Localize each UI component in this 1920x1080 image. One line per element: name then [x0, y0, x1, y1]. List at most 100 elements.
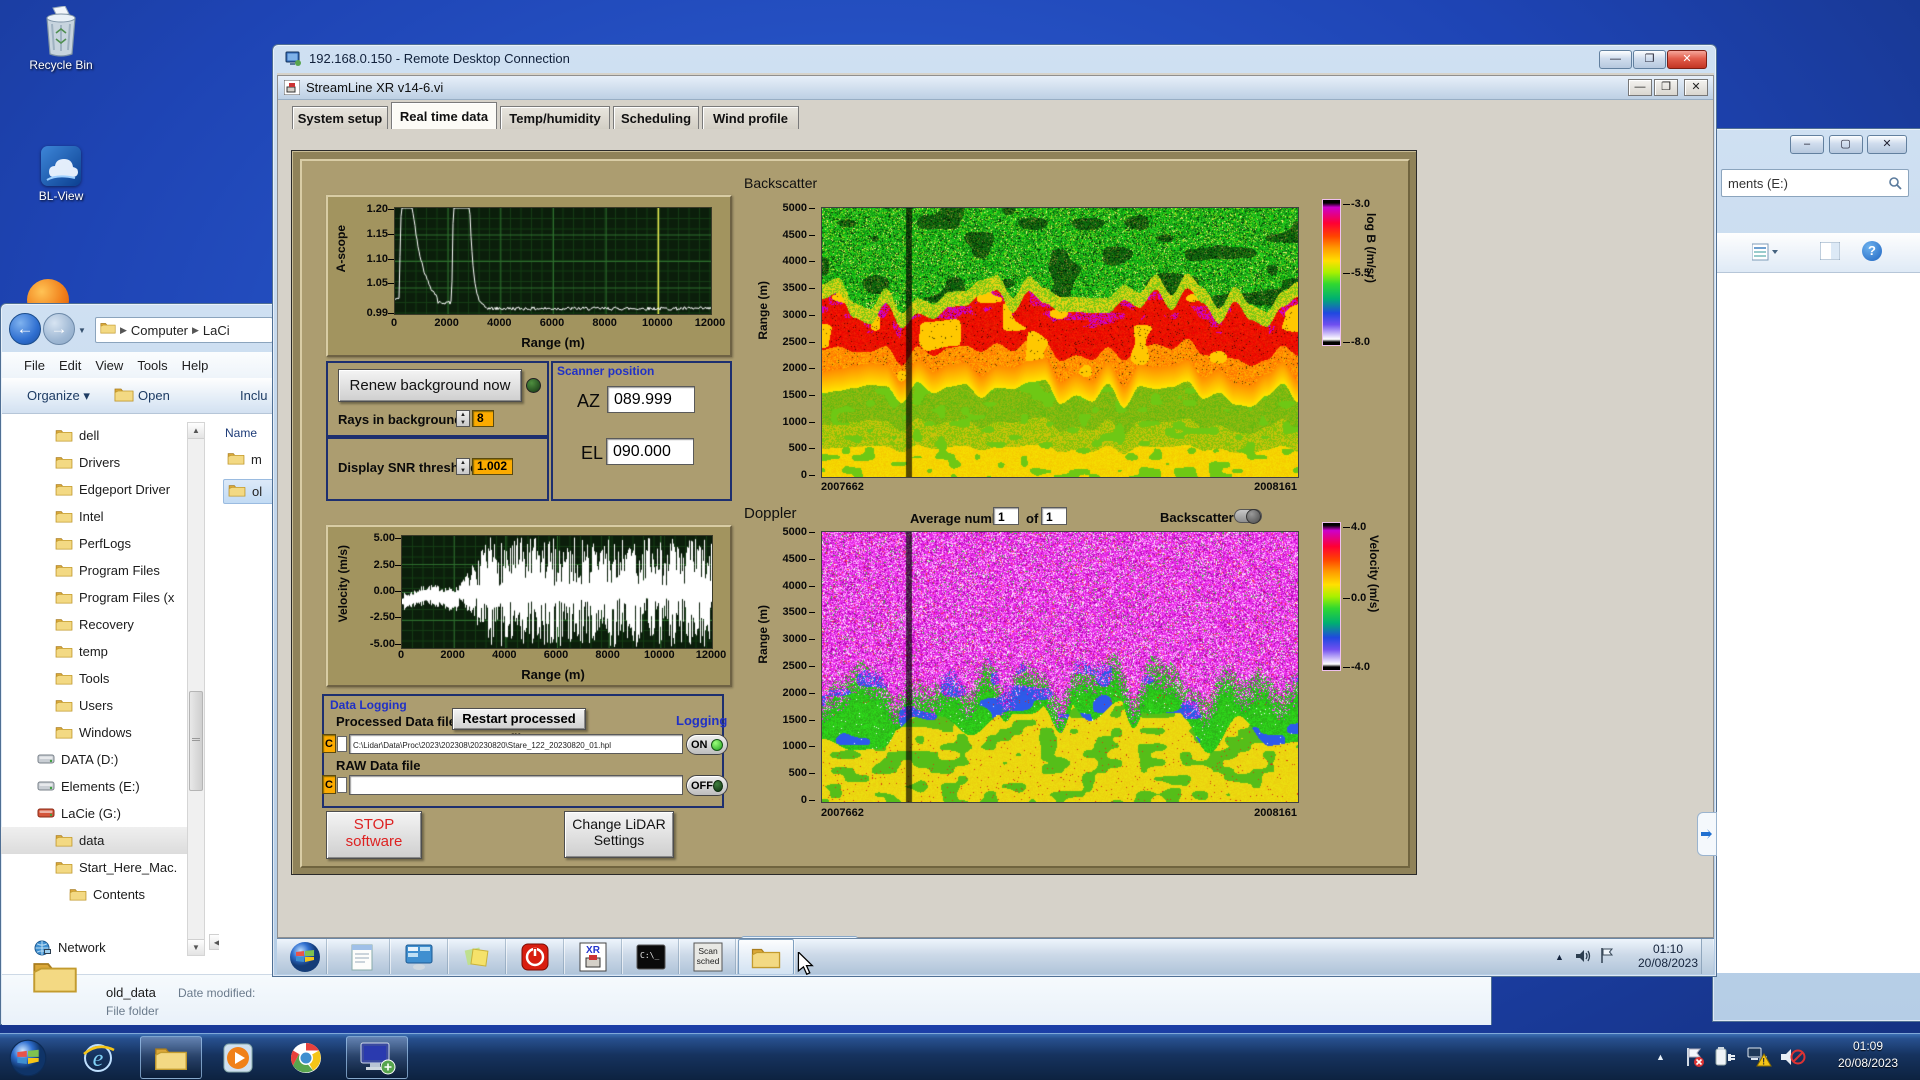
rays-spinner[interactable]: ▲ ▼	[456, 410, 470, 427]
tree-scrollbar[interactable]: ▲ ▼	[187, 422, 205, 956]
taskbar-internet-explorer[interactable]: e	[72, 1036, 124, 1079]
remote-taskbar-labview-xr[interactable]: XR	[565, 939, 622, 974]
include-button[interactable]: Inclu	[240, 388, 267, 403]
tree-item-edgeport-driver[interactable]: Edgeport Driver	[1, 476, 205, 503]
tree-item-users[interactable]: Users	[1, 692, 205, 719]
close-button[interactable]: ✕	[1867, 135, 1907, 154]
backscatter-toggle[interactable]	[1234, 509, 1262, 524]
rdp-maximize-button[interactable]: ❐	[1633, 50, 1666, 69]
action-center-flag-icon[interactable]	[1599, 947, 1616, 969]
organize-button[interactable]: Organize ▾	[27, 388, 90, 404]
desktop-icon-bl-view[interactable]: BL-View	[26, 146, 96, 203]
tree-item-tools[interactable]: Tools	[1, 665, 205, 692]
tree-item-data[interactable]: data	[1, 827, 205, 854]
tab-wind-profile[interactable]: Wind profile	[702, 106, 799, 129]
tab-scheduling[interactable]: Scheduling	[613, 106, 699, 129]
tree-item-program-files[interactable]: Program Files	[1, 557, 205, 584]
tree-item-program-files-x[interactable]: Program Files (x	[1, 584, 205, 611]
remote-taskbar-scan-sched[interactable]: Scan sched	[680, 939, 736, 974]
volume-muted-icon[interactable]	[1780, 1046, 1806, 1073]
back-button[interactable]: ←	[9, 313, 41, 345]
taskbar-chrome[interactable]	[280, 1036, 332, 1079]
scroll-up-icon[interactable]: ▲	[188, 423, 204, 439]
tree-item-lacie-g-[interactable]: LaCie (G:)	[1, 800, 205, 827]
menu-tools[interactable]: Tools	[137, 358, 167, 373]
vi-close-button[interactable]: ✕	[1684, 79, 1708, 96]
tree-item-recovery[interactable]: Recovery	[1, 611, 205, 638]
help-icon[interactable]: ?	[1862, 241, 1882, 261]
streamline-titlebar[interactable]: StreamLine XR v14-6.vi — ❐ ✕	[278, 76, 1713, 100]
tree-item-start-here-mac-[interactable]: Start_Here_Mac.	[1, 854, 205, 881]
remote-taskbar-start-orb[interactable]	[283, 939, 327, 974]
rays-value[interactable]: 8	[472, 410, 494, 427]
breadcrumb[interactable]: ▶ Computer ▶ LaCi	[95, 317, 273, 343]
show-desktop-button[interactable]	[1701, 939, 1713, 974]
el-value[interactable]: 090.000	[606, 438, 694, 465]
remote-taskbar-command-prompt[interactable]: C:\_	[623, 939, 679, 974]
view-list-icon[interactable]	[1751, 243, 1778, 266]
stop-software-button[interactable]: STOP software	[326, 811, 422, 859]
menu-help[interactable]: Help	[182, 358, 209, 373]
remote-taskbar-sticky-notes[interactable]	[449, 939, 506, 974]
breadcrumb-computer[interactable]: Computer	[131, 323, 188, 338]
maximize-button[interactable]: ▢	[1828, 135, 1863, 154]
average-number-value[interactable]: 1	[993, 507, 1019, 525]
desktop-icon-recycle-bin[interactable]: Recycle Bin	[26, 5, 96, 72]
raw-browse-icon[interactable]	[337, 777, 347, 793]
taskbar-start-orb[interactable]	[6, 1036, 50, 1079]
rdp-minimize-button[interactable]: —	[1599, 50, 1632, 69]
remote-taskbar-notepad[interactable]	[334, 939, 390, 974]
tree-item-perflogs[interactable]: PerfLogs	[1, 530, 205, 557]
tab-temp-humidity[interactable]: Temp/humidity	[500, 106, 610, 129]
tree-item-drivers[interactable]: Drivers	[1, 449, 205, 476]
tree-item-intel[interactable]: Intel	[1, 503, 205, 530]
tree-item-contents[interactable]: Contents	[1, 881, 205, 908]
menu-view[interactable]: View	[95, 358, 123, 373]
remote-taskbar-display-settings[interactable]	[391, 939, 448, 974]
az-value[interactable]: 089.999	[607, 386, 695, 413]
remote-taskbar-power[interactable]	[507, 939, 564, 974]
processed-logging-on[interactable]: ON	[686, 734, 728, 755]
open-button[interactable]: Open	[138, 388, 170, 403]
processed-path-field[interactable]: C:\Lidar\Data\Proc\2023\202308\20230820\…	[349, 734, 683, 754]
scrollbar-thumb[interactable]	[189, 691, 203, 791]
breadcrumb-lacie[interactable]: LaCi	[203, 323, 230, 338]
tree-item-data-d-[interactable]: DATA (D:)	[1, 746, 205, 773]
remote-taskbar-explorer-folder[interactable]	[738, 939, 794, 974]
raw-path-field[interactable]	[349, 775, 683, 795]
power-plug-icon[interactable]	[1714, 1046, 1738, 1073]
tab-system-setup[interactable]: System setup	[292, 106, 388, 129]
preview-pane-icon[interactable]	[1819, 241, 1841, 265]
tree-item-elements-e-[interactable]: Elements (E:)	[1, 773, 205, 800]
tray-expand-icon[interactable]: ▲	[1555, 952, 1564, 962]
quickconnect-tab[interactable]	[1697, 812, 1717, 856]
path-browse-icon[interactable]	[337, 736, 347, 752]
search-box[interactable]: ments (E:)	[1721, 169, 1909, 197]
volume-icon[interactable]	[1575, 948, 1592, 969]
tree-item-windows[interactable]: Windows	[1, 719, 205, 746]
network-warning-icon[interactable]: !	[1746, 1046, 1772, 1073]
average-total-value[interactable]: 1	[1041, 507, 1067, 525]
processed-drive-letter[interactable]: C	[322, 734, 336, 753]
restart-processed-button[interactable]: Restart processed file	[452, 708, 586, 746]
nav-dropdown-icon[interactable]: ▼	[78, 326, 86, 335]
scroll-down-icon[interactable]: ▼	[188, 939, 204, 955]
taskbar-remote-desktop[interactable]	[346, 1036, 408, 1079]
vi-restore-button[interactable]: ❐	[1654, 79, 1678, 96]
tree-item-temp[interactable]: temp	[1, 638, 205, 665]
taskbar-media-player[interactable]	[212, 1036, 264, 1079]
change-lidar-settings-button[interactable]: Change LiDAR Settings	[564, 811, 674, 858]
local-clock[interactable]: 01:09 20/08/2023	[1822, 1039, 1914, 1070]
tray-expand-icon[interactable]: ▲	[1656, 1052, 1665, 1062]
tab-real-time-data[interactable]: Real time data	[391, 102, 497, 129]
snr-value[interactable]: 1.002	[472, 458, 513, 475]
minimize-button[interactable]: –	[1790, 135, 1825, 154]
rdp-close-button[interactable]: ✕	[1667, 50, 1707, 69]
raw-drive-letter[interactable]: C	[322, 775, 336, 794]
file-pane-item[interactable]: m	[223, 448, 279, 471]
taskbar-windows-explorer[interactable]	[140, 1036, 202, 1079]
file-pane-item[interactable]: ol	[223, 479, 279, 504]
menu-edit[interactable]: Edit	[59, 358, 81, 373]
renew-background-button[interactable]: Renew background now	[338, 369, 522, 402]
raw-logging-off[interactable]: OFF	[686, 775, 728, 796]
